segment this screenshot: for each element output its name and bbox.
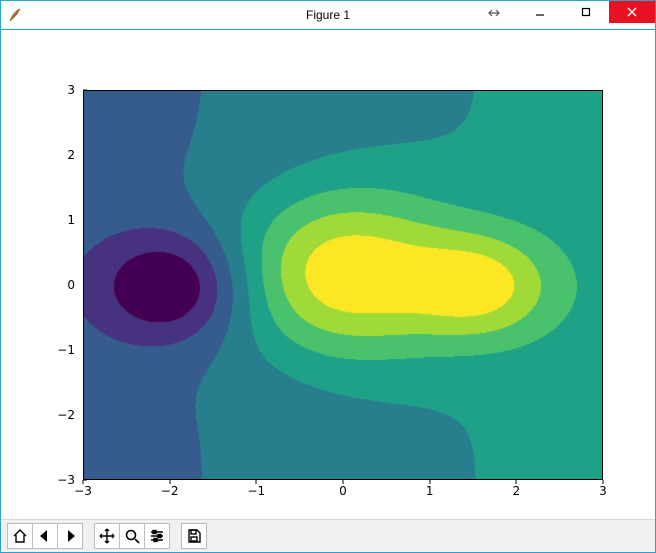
toolbar-separator (169, 536, 181, 537)
plot-axes[interactable] (83, 90, 603, 480)
y-tick-label: −2 (57, 408, 75, 422)
x-tick-label: 0 (339, 484, 347, 498)
x-tick-label: −1 (247, 484, 265, 498)
move-icon (99, 528, 115, 544)
home-icon (12, 528, 28, 544)
contour-plot-canvas (84, 91, 603, 480)
x-tick-label: −3 (74, 484, 92, 498)
pan-button[interactable] (94, 523, 120, 549)
magnifier-icon (124, 528, 140, 544)
y-tick-label: 1 (67, 213, 75, 227)
y-tick-label: −1 (57, 343, 75, 357)
y-tick-label: −3 (57, 473, 75, 487)
app-window: Figure 1 −3 −2 −1 0 1 2 3 −3 −2 −1 0 1 2 3 (0, 0, 656, 553)
back-button[interactable] (32, 523, 58, 549)
sliders-icon (149, 528, 165, 544)
figure-client: −3 −2 −1 0 1 2 3 −3 −2 −1 0 1 2 3 (1, 30, 655, 552)
x-tick-label: 2 (513, 484, 521, 498)
toolbar-separator (82, 536, 94, 537)
x-tick-label: 1 (426, 484, 434, 498)
save-button[interactable] (181, 523, 207, 549)
minimize-button[interactable] (517, 1, 563, 23)
y-tick-label: 3 (67, 83, 75, 97)
figure-canvas-area: −3 −2 −1 0 1 2 3 −3 −2 −1 0 1 2 3 (1, 30, 655, 520)
home-button[interactable] (7, 523, 33, 549)
y-tick-label: 2 (67, 148, 75, 162)
forward-button[interactable] (57, 523, 83, 549)
zoom-button[interactable] (119, 523, 145, 549)
arrow-right-icon (62, 528, 78, 544)
save-icon (186, 528, 202, 544)
tk-feather-icon (7, 7, 23, 23)
titlebar: Figure 1 (1, 1, 655, 30)
x-tick-label: 3 (599, 484, 607, 498)
mpl-nav-toolbar (1, 519, 655, 552)
maximize-button[interactable] (563, 1, 609, 23)
expand-arrows-icon[interactable] (483, 3, 505, 23)
window-controls (517, 1, 655, 23)
close-button[interactable] (609, 1, 655, 23)
x-tick-label: −2 (161, 484, 179, 498)
subplots-button[interactable] (144, 523, 170, 549)
arrow-left-icon (37, 528, 53, 544)
y-tick-label: 0 (67, 278, 75, 292)
